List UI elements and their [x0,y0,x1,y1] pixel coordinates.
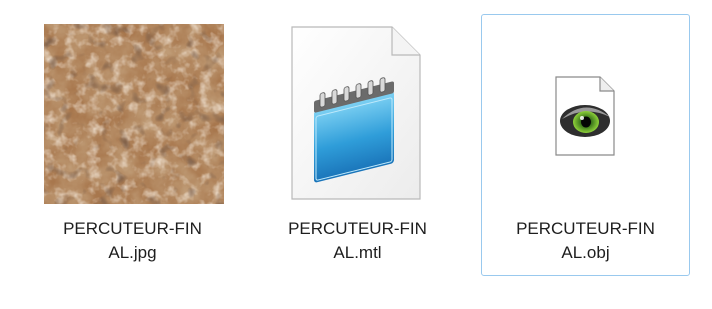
texture-image-thumbnail [44,24,224,204]
eye-app-document-icon [552,75,618,157]
file-name-label: PERCUTEUR-FIN AL.obj [516,219,655,262]
file-item-obj[interactable]: PERCUTEUR-FIN AL.obj [481,14,690,276]
notepad-document-icon [284,23,424,203]
file-name-label: PERCUTEUR-FIN AL.mtl [288,219,427,262]
file-item-jpg[interactable]: PERCUTEUR-FIN AL.jpg [30,14,235,276]
file-item-mtl[interactable]: PERCUTEUR-FIN AL.mtl [255,14,460,276]
file-name-label: PERCUTEUR-FIN AL.jpg [63,219,202,262]
